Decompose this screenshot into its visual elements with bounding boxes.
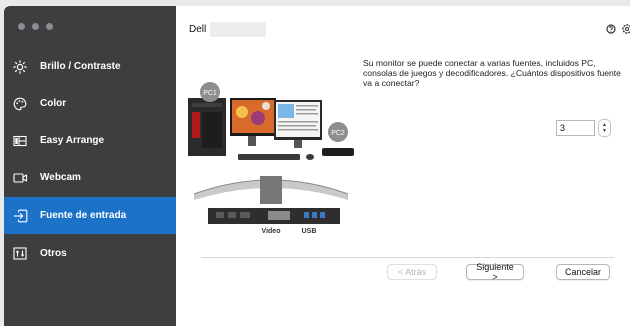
sidebar-item-others[interactable]: Otros: [4, 235, 176, 272]
device-count-stepper[interactable]: ▲ ▼: [556, 119, 611, 137]
connection-illustration: PC1 PC2 Video USB: [186, 68, 356, 238]
app-title: Dell: [189, 24, 207, 35]
header-actions: [606, 24, 630, 34]
gear-icon[interactable]: [622, 24, 630, 34]
others-icon: [12, 246, 28, 262]
stepper-arrows[interactable]: ▲ ▼: [598, 119, 611, 137]
description-text: Su monitor se puede conectar a varias fu…: [363, 58, 621, 88]
cancel-button[interactable]: Cancelar: [556, 264, 610, 280]
layout-icon: [12, 133, 28, 149]
input-source-icon: [12, 208, 28, 224]
sidebar-item-brightness[interactable]: Brillo / Contraste: [4, 48, 176, 85]
pc2-label: PC2: [331, 130, 345, 137]
close-window-button[interactable]: [18, 23, 25, 30]
main-panel: Dell PC1 PC2 Video USB Su monitor se pue…: [176, 6, 630, 326]
footer-divider: [201, 257, 614, 258]
port-usb-label: USB: [302, 228, 317, 235]
sidebar-item-label: Easy Arrange: [40, 135, 105, 146]
chevron-down-icon[interactable]: ▼: [602, 128, 607, 134]
next-button[interactable]: Siguiente >: [466, 262, 524, 282]
webcam-icon: [12, 170, 28, 186]
help-icon[interactable]: [606, 24, 616, 34]
brightness-icon: [12, 59, 28, 75]
sidebar-item-label: Fuente de entrada: [40, 210, 127, 221]
device-count-input[interactable]: [556, 120, 595, 136]
sidebar-item-input-source[interactable]: Fuente de entrada: [4, 197, 176, 234]
zoom-window-button[interactable]: [46, 23, 53, 30]
sidebar-item-color[interactable]: Color: [4, 85, 176, 122]
pc1-label: PC1: [203, 90, 217, 97]
palette-icon: [12, 96, 28, 112]
sidebar: Brillo / Contraste Color Easy Arrange We…: [4, 6, 176, 326]
monitor-model-redacted: [210, 22, 267, 37]
sidebar-item-label: Webcam: [40, 172, 81, 183]
window-controls: [18, 23, 53, 30]
app-window: Brillo / Contraste Color Easy Arrange We…: [4, 6, 630, 326]
sidebar-item-webcam[interactable]: Webcam: [4, 159, 176, 196]
back-button[interactable]: < Atrás: [387, 264, 437, 280]
sidebar-item-label: Otros: [40, 248, 67, 259]
sidebar-item-label: Color: [40, 98, 67, 109]
header: Dell: [189, 22, 267, 37]
port-video-label: Video: [262, 228, 281, 235]
minimize-window-button[interactable]: [32, 23, 39, 30]
sidebar-item-label: Brillo / Contraste: [40, 61, 121, 72]
sidebar-item-easy-arrange[interactable]: Easy Arrange: [4, 122, 176, 159]
